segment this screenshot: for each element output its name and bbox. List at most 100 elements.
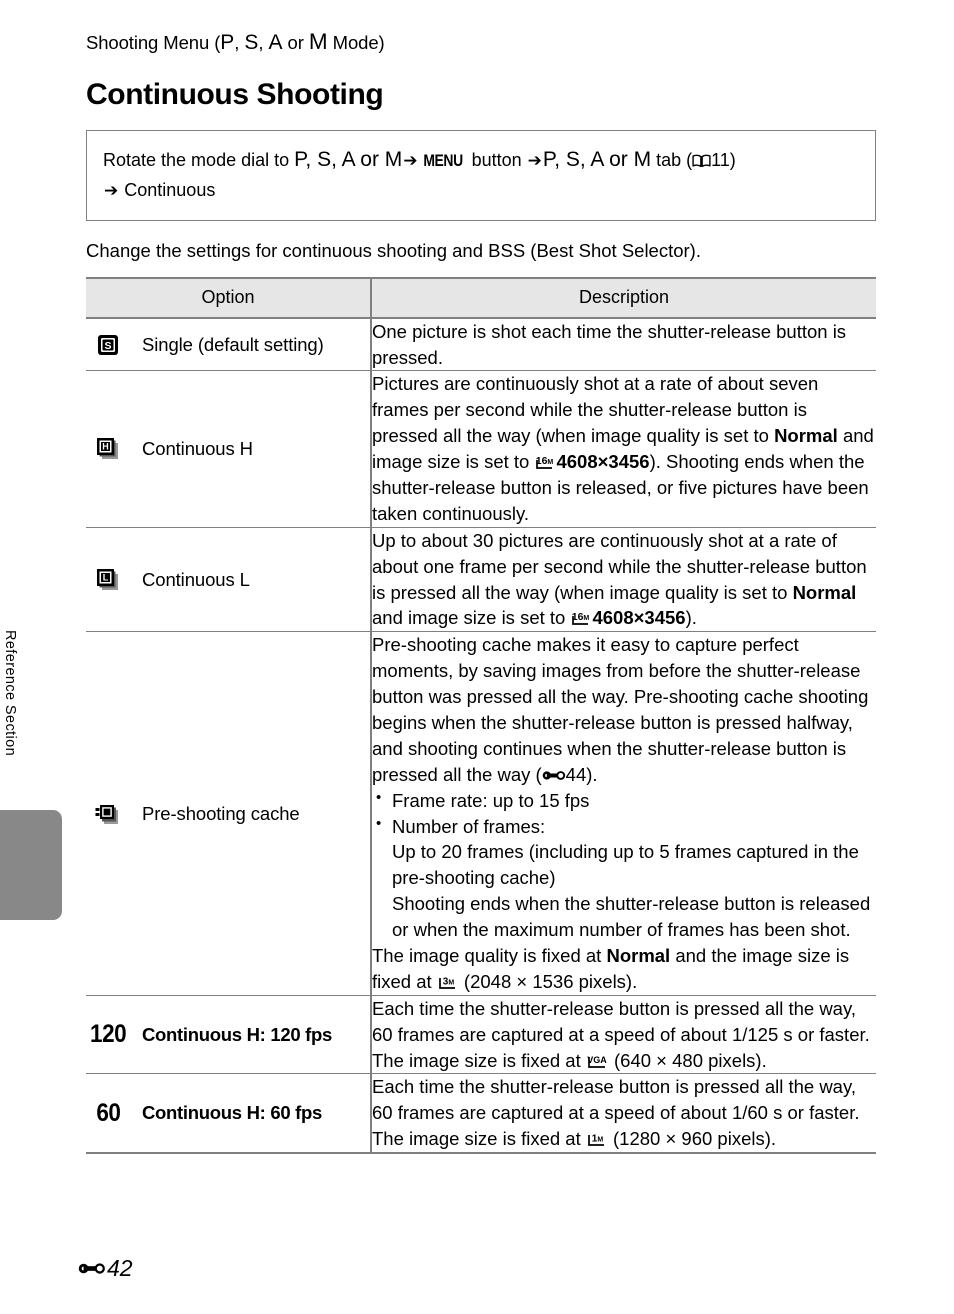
option-cell-continuous-h: H Continuous H [86, 370, 371, 528]
description-paragraph-2: The image quality is fixed at Normal and… [372, 943, 876, 995]
bullet-subtext: Shooting ends when the shutter-release b… [392, 893, 871, 941]
description-text: Each time the shutter-release button is … [372, 1074, 876, 1152]
mode-glyph-s: S [244, 31, 259, 54]
menu-button-glyph: MENU [422, 151, 463, 171]
option-label: Single (default setting) [142, 333, 324, 355]
page-content: Shooting Menu (P, S, A or M Mode) Contin… [86, 0, 876, 1155]
side-tab-marker [0, 810, 62, 920]
table-header-row: Option Description [86, 276, 876, 319]
continuous-low-icon: L [97, 568, 118, 590]
arrow-icon-2: ➔ [527, 151, 542, 172]
mode-glyph-a: A [268, 31, 283, 54]
desc-bold-size: 4608×3456 [556, 451, 650, 473]
desc-seg-3: The image quality is fixed at [372, 945, 607, 966]
running-head-prefix: Shooting Menu ( [86, 32, 221, 53]
bullet-item: Number of frames: [372, 813, 876, 840]
option-label: Pre-shooting cache [142, 802, 300, 824]
table-row: L Continuous L Up to about 30 pictures a… [86, 526, 876, 632]
howto-line2: Continuous [124, 179, 216, 200]
howto-button-word: button [466, 150, 527, 171]
svg-text:L: L [103, 572, 109, 582]
running-head-or: or [282, 32, 309, 53]
pre-shooting-cache-icon [95, 804, 118, 824]
running-head-suffix: Mode) [327, 32, 385, 53]
intro-paragraph: Change the settings for continuous shoot… [86, 239, 701, 261]
svg-text:3M: 3M [443, 976, 455, 987]
description-text: Each time the shutter-release button is … [372, 996, 876, 1074]
1m-image-size-icon: 1M [588, 1134, 604, 1147]
description-paragraph-1: Pre-shooting cache makes it easy to capt… [372, 632, 876, 787]
page-footer: 42 [78, 1255, 133, 1282]
desc-ref-number: 44 [565, 763, 587, 785]
howto-modes-1: P, S, A or M [294, 148, 403, 172]
desc-seg-2: and image size is set to [372, 607, 571, 629]
bullet-item: Frame rate: up to 15 fps [372, 787, 876, 814]
option-cell-continuous-l: L Continuous L [86, 526, 371, 632]
option-cell-continuous-h-60: 60 Continuous H: 60 fps [86, 1073, 371, 1155]
page-number: 42 [107, 1255, 133, 1281]
desc-seg-2: (640 × 480 pixels). [608, 1049, 767, 1071]
howto-tab-word: tab ( [651, 150, 693, 171]
table-row: S Single (default setting) One picture i… [86, 317, 876, 371]
desc-seg-1: Pre-shooting cache makes it easy to capt… [372, 634, 869, 785]
description-cell: Pre-shooting cache makes it easy to capt… [370, 631, 876, 996]
3m-image-size-icon: 3M [438, 976, 455, 989]
column-header-description: Description [370, 276, 876, 319]
svg-text:1M: 1M [592, 1134, 604, 1145]
description-cell: Each time the shutter-release button is … [370, 1073, 876, 1155]
svg-text:VGA: VGA [587, 1055, 607, 1065]
svg-text:S: S [104, 340, 111, 352]
section-reference-icon [78, 1263, 105, 1274]
description-cell: One picture is shot each time the shutte… [370, 317, 876, 371]
desc-seg-5: (2048 × 1536 pixels). [458, 970, 638, 992]
howto-close-paren: ) [729, 150, 736, 171]
howto-modes-2: P, S, A or M [542, 148, 652, 172]
option-label: Continuous H: 120 fps [142, 1023, 333, 1045]
desc-seg-3: ). [685, 607, 697, 629]
arrow-icon-1: ➔ [403, 151, 418, 172]
table-row: H Continuous H Pictures are continuously… [86, 370, 876, 528]
arrow-icon-3: ➔ [104, 180, 119, 201]
column-header-option: Option [86, 276, 371, 319]
option-label: Continuous H [142, 438, 253, 460]
section-reference-icon [542, 770, 565, 780]
desc-bold-normal: Normal [792, 581, 857, 603]
running-head-sep-2: , [258, 32, 269, 53]
desc-bold-size: 4608×3456 [592, 607, 686, 629]
fps-number-icon: 60 [95, 1098, 121, 1127]
bullet-subtext: Up to 20 frames (including up to 5 frame… [392, 841, 859, 889]
option-cell-single: S Single (default setting) [86, 318, 371, 371]
option-cell-pre-shooting-cache: Pre-shooting cache [86, 631, 371, 996]
desc-bold-normal: Normal [774, 425, 838, 447]
option-cell-continuous-h-120: 120 Continuous H: 120 fps [86, 994, 371, 1074]
table-row: 60 Continuous H: 60 fps Each time the sh… [86, 1073, 876, 1155]
description-bullet-list: Frame rate: up to 15 fps Number of frame… [372, 787, 876, 840]
table-row: Pre-shooting cache Pre-shooting cache ma… [86, 631, 876, 996]
option-label: Continuous H: 60 fps [142, 1102, 323, 1124]
running-head-sep-1: , [234, 32, 245, 53]
mode-glyph-p: P [220, 31, 235, 54]
page-title: Continuous Shooting [86, 78, 384, 112]
desc-seg-1: Pictures are continuously shot at a rate… [372, 373, 819, 447]
table-row: 120 Continuous H: 120 fps Each time the … [86, 994, 876, 1074]
fps-number-icon: 120 [89, 1020, 127, 1049]
option-label: Continuous L [142, 568, 250, 590]
svg-text:16M: 16M [572, 611, 590, 623]
navigation-path-box: Rotate the mode dial to P, S, A or M➔ MEN… [86, 130, 876, 221]
description-cell: Each time the shutter-release button is … [370, 994, 876, 1074]
16m-image-size-icon: 16M [572, 611, 590, 626]
description-text: Up to about 30 pictures are continuously… [372, 528, 876, 632]
svg-text:H: H [102, 442, 109, 452]
book-reference-icon [692, 154, 711, 168]
mode-glyph-m: M [308, 29, 328, 54]
desc-seg-2: (1280 × 960 pixels). [607, 1128, 777, 1150]
desc-bold-normal: Normal [606, 945, 671, 966]
running-head: Shooting Menu (P, S, A or M Mode) [86, 27, 876, 56]
vga-image-size-icon: VGA [587, 1055, 607, 1068]
book-reference-number: 11 [711, 150, 730, 171]
description-cell: Up to about 30 pictures are continuously… [370, 526, 876, 632]
options-table: Option Description S Single (default set… [86, 276, 876, 1155]
description-text: Pictures are continuously shot at a rate… [372, 371, 876, 526]
svg-text:16M: 16M [536, 455, 554, 467]
howto-text-start: Rotate the mode dial to [103, 150, 295, 171]
